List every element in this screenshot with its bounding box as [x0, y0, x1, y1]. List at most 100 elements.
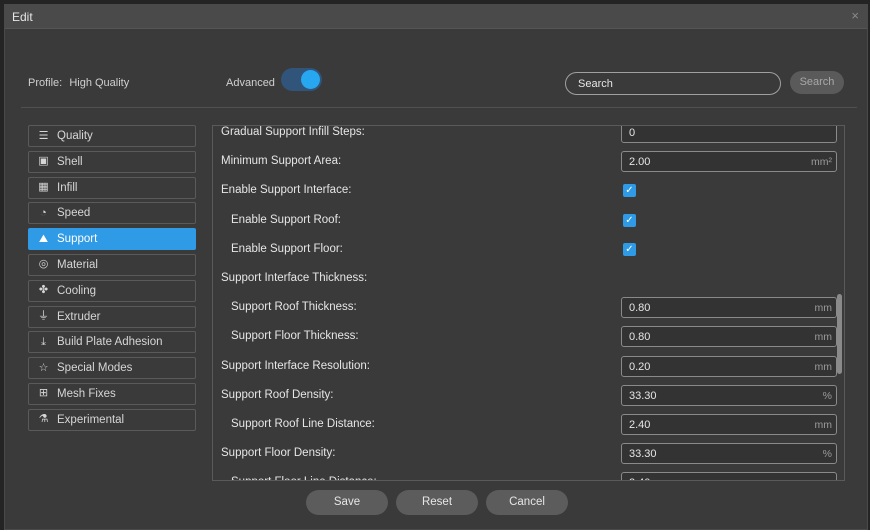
setting-row: Support Floor Thickness: 0.80 mm — [213, 322, 838, 351]
dialog-footer: Save Reset Cancel — [5, 490, 867, 520]
sidebar-item-speed[interactable]: ◔ Speed — [28, 202, 196, 225]
setting-label: Enable Support Floor: — [231, 242, 343, 255]
sidebar-item-label: Infill — [57, 181, 78, 194]
setting-label: Minimum Support Area: — [221, 155, 342, 168]
setting-value: 33.30 — [629, 448, 657, 461]
setting-value-field[interactable]: 33.30% — [621, 443, 837, 465]
setting-row: Support Floor Line Distance: 2.40 mm — [213, 468, 838, 480]
mesh-fixes-icon: ⊞ — [38, 387, 49, 400]
sidebar-item-shell[interactable]: ▣ Shell — [28, 150, 196, 173]
sidebar-item-experimental[interactable]: ⚗ Experimental — [28, 408, 196, 431]
setting-row: Support Roof Thickness: 0.80 mm — [213, 293, 838, 322]
scrollbar-thumb[interactable] — [837, 294, 842, 374]
sidebar-item-build-plate-adhesion[interactable]: ⤓ Build Plate Adhesion — [28, 331, 196, 354]
search-button[interactable]: Search — [790, 71, 844, 94]
profile-value: High Quality — [69, 77, 130, 89]
setting-unit: % — [822, 448, 832, 461]
setting-row: Enable Support Interface: ✓ — [213, 176, 838, 205]
setting-value: 2.00 — [629, 156, 651, 169]
reset-button[interactable]: Reset — [396, 490, 478, 515]
sidebar-item-label: Support — [57, 233, 98, 246]
setting-value-field[interactable]: 2.40 mm — [621, 472, 837, 480]
sidebar-item-material[interactable]: ◎ Material — [28, 253, 196, 276]
setting-unit: mm — [814, 302, 833, 315]
settings-panel[interactable]: Gradual Support Infill Steps: 0 Minimum Su… — [212, 125, 845, 481]
sidebar-item-special-modes[interactable]: ☆ Special Modes — [28, 357, 196, 380]
experimental-icon: ⚗ — [38, 413, 49, 426]
setting-value-field[interactable]: 0.20 mm — [621, 355, 837, 377]
toggle-knob — [301, 70, 320, 89]
setting-label: Support Interface Resolution: — [221, 359, 370, 372]
sidebar-item-label: Quality — [57, 130, 93, 142]
support-icon: ⛰ — [38, 232, 49, 245]
edit-dialog: Edit × Profile: High Quality Advanced Se… — [4, 4, 868, 530]
setting-value-field[interactable]: 0.80 mm — [621, 326, 837, 348]
setting-label: Support Roof Line Distance: — [231, 417, 375, 430]
setting-checkbox[interactable]: ✓ — [623, 242, 636, 256]
search-input[interactable] — [565, 72, 781, 95]
setting-value-field[interactable]: 2.40 mm — [621, 413, 837, 435]
profile-label: Profile: — [28, 77, 63, 89]
sidebar-item-label: Extruder — [57, 310, 101, 323]
setting-row: Support Interface Resolution: 0.20 mm — [213, 352, 838, 381]
sidebar-item-infill[interactable]: ▦ Infill — [28, 176, 196, 199]
setting-value: 33.30 — [629, 389, 657, 402]
advanced-toggle[interactable] — [281, 68, 322, 91]
quality-icon: ☰ — [38, 129, 49, 142]
setting-row: Gradual Support Infill Steps: 0 — [213, 126, 838, 147]
window-title: Edit — [12, 10, 33, 24]
save-button[interactable]: Save — [306, 490, 388, 515]
sidebar-item-label: Build Plate Adhesion — [57, 336, 163, 349]
profile-toolbar: Profile: High Quality Advanced Search — [5, 65, 867, 101]
setting-unit: mm — [815, 477, 833, 480]
sidebar-item-cooling[interactable]: ✤ Cooling — [28, 279, 196, 302]
setting-value-field[interactable]: 2.00 mm² — [621, 151, 837, 173]
sidebar-item-support[interactable]: ⛰ Support — [28, 228, 196, 251]
setting-value: 0 — [629, 127, 636, 139]
build-plate-icon: ⤓ — [41, 335, 46, 348]
setting-row: Support Floor Density: 33.30% — [213, 439, 838, 468]
material-icon: ◎ — [38, 258, 49, 271]
infill-icon: ▦ — [38, 181, 49, 194]
setting-value-field[interactable]: 0.80 mm — [621, 297, 837, 319]
sidebar-item-quality[interactable]: ☰ Quality — [28, 125, 196, 147]
setting-value: 2.40 — [629, 477, 650, 480]
sidebar-item-label: Cooling — [57, 284, 96, 297]
settings-list: Gradual Support Infill Steps: 0 Minimum Su… — [213, 126, 838, 480]
close-icon[interactable]: × — [851, 8, 859, 23]
setting-value-field[interactable]: 33.30% — [621, 384, 837, 406]
setting-checkbox[interactable]: ✓ — [623, 184, 636, 198]
setting-label: Gradual Support Infill Steps: — [221, 126, 365, 138]
setting-unit: mm — [814, 418, 833, 431]
setting-checkbox[interactable]: ✓ — [623, 213, 636, 227]
setting-label: Support Roof Thickness: — [231, 301, 357, 314]
setting-value-field[interactable]: 0 — [621, 126, 837, 143]
sidebar-item-label: Mesh Fixes — [57, 387, 116, 400]
setting-row: Support Roof Line Distance: 2.40 mm — [213, 410, 838, 439]
setting-row: Enable Support Floor: ✓ — [213, 235, 838, 264]
setting-unit: mm — [814, 360, 833, 373]
sidebar-item-extruder[interactable]: ⏚ Extruder — [28, 305, 196, 328]
settings-scrollbar[interactable] — [836, 126, 844, 480]
setting-label: Support Roof Density: — [221, 388, 334, 401]
setting-label: Support Floor Thickness: — [231, 330, 359, 343]
setting-unit: mm — [814, 331, 833, 344]
setting-row: Enable Support Roof: ✓ — [213, 206, 838, 235]
advanced-label: Advanced — [226, 77, 275, 89]
extruder-icon: ⏚ — [38, 310, 49, 323]
sidebar-item-label: Material — [57, 258, 98, 271]
setting-unit: % — [822, 389, 832, 402]
setting-label: Support Interface Thickness: — [221, 271, 368, 284]
sidebar-item-mesh-fixes[interactable]: ⊞ Mesh Fixes — [28, 382, 196, 405]
setting-unit: mm² — [811, 156, 832, 169]
sidebar-item-label: Speed — [57, 207, 91, 220]
setting-value: 0.80 — [629, 331, 651, 344]
title-bar: Edit × — [5, 5, 867, 29]
header-divider — [21, 107, 857, 108]
setting-value: 2.40 — [629, 418, 651, 431]
setting-row: Support Roof Density: 33.30% — [213, 381, 838, 410]
sidebar-item-label: Special Modes — [57, 362, 133, 375]
cancel-button[interactable]: Cancel — [486, 490, 568, 515]
sidebar-item-label: Shell — [57, 155, 83, 168]
setting-value: 0.80 — [629, 302, 651, 315]
